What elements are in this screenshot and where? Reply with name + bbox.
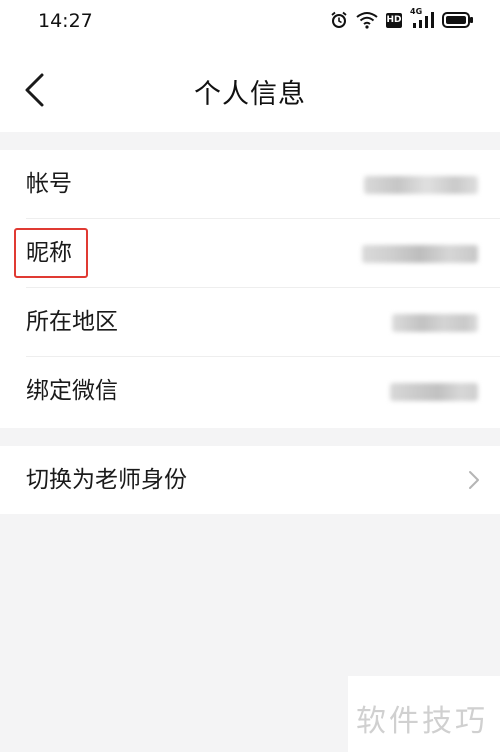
status-icons: HD 4G [330, 7, 474, 29]
network-label: 4G [410, 7, 423, 16]
wechat-row[interactable]: 绑定微信 [0, 357, 500, 426]
account-value-redacted [364, 176, 478, 194]
switch-role-label: 切换为老师身份 [26, 467, 187, 493]
account-row[interactable]: 帐号 [0, 150, 500, 219]
battery-icon [442, 11, 474, 29]
wechat-label: 绑定微信 [26, 378, 118, 404]
wifi-icon [356, 11, 378, 29]
watermark-text: 软件技巧 [356, 704, 488, 739]
region-label: 所在地区 [26, 309, 118, 335]
page-title: 个人信息 [194, 79, 306, 110]
region-value-redacted [392, 314, 478, 332]
nickname-value-redacted [362, 245, 478, 263]
account-label: 帐号 [26, 171, 72, 197]
nickname-highlight-box [14, 228, 88, 278]
status-time: 14:27 [38, 10, 93, 32]
alarm-icon [330, 11, 348, 29]
header-area: 14:27 HD 4G 个人信息 [0, 0, 500, 132]
chevron-right-icon [469, 471, 479, 489]
signal-4g-icon: 4G [410, 7, 434, 29]
profile-info-list: 帐号 昵称 所在地区 绑定微信 [0, 150, 500, 428]
switch-role-row[interactable]: 切换为老师身份 [0, 446, 500, 514]
wechat-value-redacted [390, 383, 478, 401]
hd-icon: HD [386, 12, 402, 28]
region-row[interactable]: 所在地区 [0, 288, 500, 357]
watermark: 软件技巧 [348, 676, 500, 752]
